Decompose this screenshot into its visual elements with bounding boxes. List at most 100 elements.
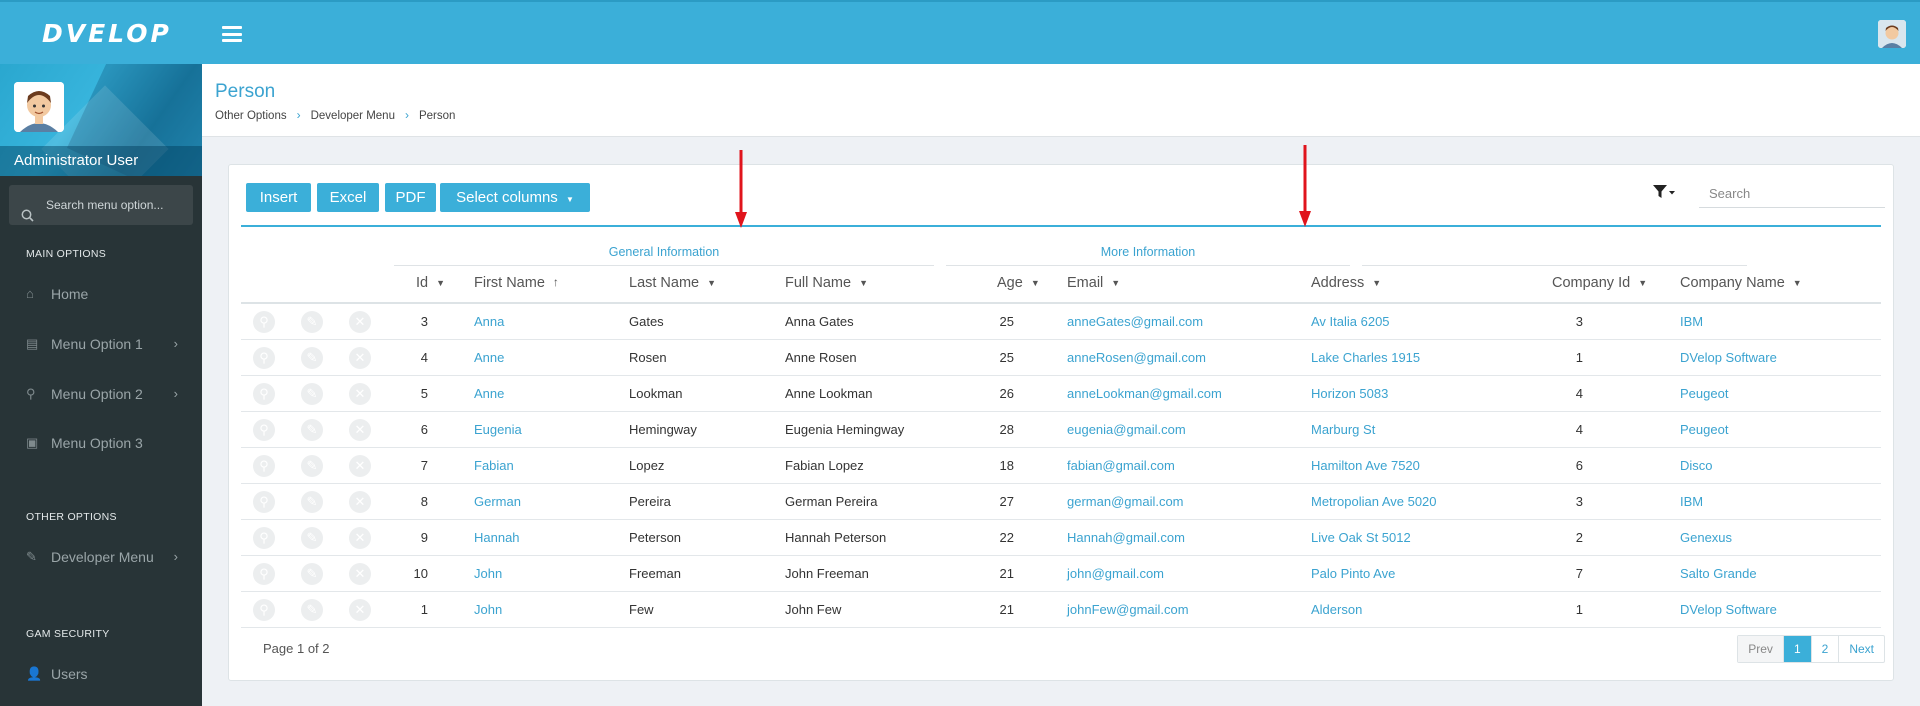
view-icon[interactable]: ⚲ (253, 491, 275, 513)
column-header-company-name[interactable]: Company Name ▼ (1680, 275, 1802, 291)
cell-address[interactable]: Marburg St (1311, 412, 1531, 448)
sidebar-item-developer-menu[interactable]: ✎ Developer Menu › (0, 537, 202, 577)
cell-first-name[interactable]: John (474, 556, 594, 592)
view-icon[interactable]: ⚲ (253, 527, 275, 549)
delete-icon[interactable]: ✕ (349, 311, 371, 333)
prev-page-button[interactable]: Prev (1738, 636, 1784, 662)
cell-email[interactable]: anneRosen@gmail.com (1067, 340, 1297, 376)
column-header-age[interactable]: Age ▼ (997, 275, 1040, 291)
cell-first-name[interactable]: Hannah (474, 520, 594, 556)
breadcrumb-item[interactable]: Developer Menu (311, 110, 395, 122)
cell-company-name[interactable]: IBM (1680, 484, 1880, 520)
cell-company-id: 3 (1575, 314, 1583, 329)
sidebar-item-menu-option-2[interactable]: ⚲ Menu Option 2 › (0, 374, 202, 414)
cell-first-name[interactable]: Fabian (474, 448, 594, 484)
delete-icon[interactable]: ✕ (349, 491, 371, 513)
edit-icon[interactable]: ✎ (301, 563, 323, 585)
cell-company-name[interactable]: IBM (1680, 304, 1880, 340)
delete-icon[interactable]: ✕ (349, 563, 371, 585)
view-icon[interactable]: ⚲ (253, 419, 275, 441)
view-icon[interactable]: ⚲ (253, 563, 275, 585)
filter-icon[interactable] (1653, 185, 1675, 202)
edit-icon[interactable]: ✎ (301, 419, 323, 441)
cell-company-name[interactable]: Genexus (1680, 520, 1880, 556)
cell-first-name[interactable]: German (474, 484, 594, 520)
cell-first-name[interactable]: Anne (474, 340, 594, 376)
edit-icon[interactable]: ✎ (301, 491, 323, 513)
next-page-button[interactable]: Next (1839, 636, 1884, 662)
caret-down-icon: ▼ (1372, 278, 1382, 288)
edit-icon[interactable]: ✎ (301, 599, 323, 621)
cell-first-name[interactable]: Anne (474, 376, 594, 412)
hamburger-menu-icon[interactable] (222, 26, 242, 42)
edit-icon[interactable]: ✎ (301, 527, 323, 549)
grid-search-field[interactable] (1699, 180, 1885, 208)
edit-icon[interactable]: ✎ (301, 455, 323, 477)
search-input[interactable] (1699, 180, 1885, 206)
page-button-2[interactable]: 2 (1812, 636, 1840, 662)
column-header-id[interactable]: Id ▼ (416, 275, 445, 291)
delete-icon[interactable]: ✕ (349, 599, 371, 621)
app-logo[interactable]: DVELOP (42, 19, 172, 48)
view-icon[interactable]: ⚲ (253, 455, 275, 477)
insert-button[interactable]: Insert (246, 183, 311, 212)
column-header-first-name[interactable]: First Name ↑ (474, 275, 559, 291)
cell-address[interactable]: Horizon 5083 (1311, 376, 1531, 412)
cell-email[interactable]: Hannah@gmail.com (1067, 520, 1297, 556)
cell-company-name[interactable]: DVelop Software (1680, 340, 1880, 376)
cell-first-name[interactable]: John (474, 592, 594, 628)
cell-address[interactable]: Hamilton Ave 7520 (1311, 448, 1531, 484)
delete-icon[interactable]: ✕ (349, 347, 371, 369)
edit-icon[interactable]: ✎ (301, 347, 323, 369)
select-columns-button[interactable]: Select columns ▼ (440, 183, 590, 212)
sidebar-item-users[interactable]: 👤 Users (0, 654, 202, 694)
cell-company-name[interactable]: Disco (1680, 448, 1880, 484)
cell-first-name[interactable]: Eugenia (474, 412, 594, 448)
cell-company-name[interactable]: DVelop Software (1680, 592, 1880, 628)
cell-address[interactable]: Alderson (1311, 592, 1531, 628)
excel-button[interactable]: Excel (317, 183, 379, 212)
sidebar-item-home[interactable]: ⌂ Home (0, 274, 202, 314)
delete-icon[interactable]: ✕ (349, 383, 371, 405)
view-icon[interactable]: ⚲ (253, 599, 275, 621)
cell-address[interactable]: Metropolian Ave 5020 (1311, 484, 1531, 520)
cell-company-name[interactable]: Peugeot (1680, 412, 1880, 448)
pdf-button[interactable]: PDF (385, 183, 436, 212)
cell-address[interactable]: Palo Pinto Ave (1311, 556, 1531, 592)
search-icon (21, 198, 34, 238)
cell-first-name[interactable]: Anna (474, 304, 594, 340)
view-icon[interactable]: ⚲ (253, 347, 275, 369)
edit-icon: ✎ (26, 549, 37, 564)
cell-address[interactable]: Av Italia 6205 (1311, 304, 1531, 340)
sidebar-item-menu-option-1[interactable]: ▤ Menu Option 1 › (0, 324, 202, 364)
cell-email[interactable]: fabian@gmail.com (1067, 448, 1297, 484)
column-header-full-name[interactable]: Full Name ▼ (785, 275, 868, 291)
column-header-email[interactable]: Email ▼ (1067, 275, 1120, 291)
column-header-last-name[interactable]: Last Name ▼ (629, 275, 716, 291)
cell-company-name[interactable]: Salto Grande (1680, 556, 1880, 592)
edit-icon[interactable]: ✎ (301, 311, 323, 333)
view-icon[interactable]: ⚲ (253, 383, 275, 405)
breadcrumb-item[interactable]: Other Options (215, 110, 287, 122)
delete-icon[interactable]: ✕ (349, 527, 371, 549)
cell-email[interactable]: anneLookman@gmail.com (1067, 376, 1297, 412)
delete-icon[interactable]: ✕ (349, 419, 371, 441)
view-icon[interactable]: ⚲ (253, 311, 275, 333)
column-header-company-id[interactable]: Company Id ▼ (1552, 275, 1647, 291)
avatar[interactable] (14, 82, 64, 132)
sidebar-item-menu-option-3[interactable]: ▣ Menu Option 3 (0, 423, 202, 463)
edit-icon[interactable]: ✎ (301, 383, 323, 405)
cell-company-name[interactable]: Peugeot (1680, 376, 1880, 412)
page-button-1[interactable]: 1 (1783, 636, 1812, 662)
menu-search-input[interactable]: Search menu option... (9, 185, 193, 225)
cell-email[interactable]: eugenia@gmail.com (1067, 412, 1297, 448)
cell-address[interactable]: Lake Charles 1915 (1311, 340, 1531, 376)
column-header-address[interactable]: Address ▼ (1311, 275, 1381, 291)
cell-email[interactable]: johnFew@gmail.com (1067, 592, 1297, 628)
cell-email[interactable]: john@gmail.com (1067, 556, 1297, 592)
cell-email[interactable]: anneGates@gmail.com (1067, 304, 1297, 340)
user-avatar-top[interactable] (1878, 20, 1906, 48)
cell-address[interactable]: Live Oak St 5012 (1311, 520, 1531, 556)
cell-email[interactable]: german@gmail.com (1067, 484, 1297, 520)
delete-icon[interactable]: ✕ (349, 455, 371, 477)
